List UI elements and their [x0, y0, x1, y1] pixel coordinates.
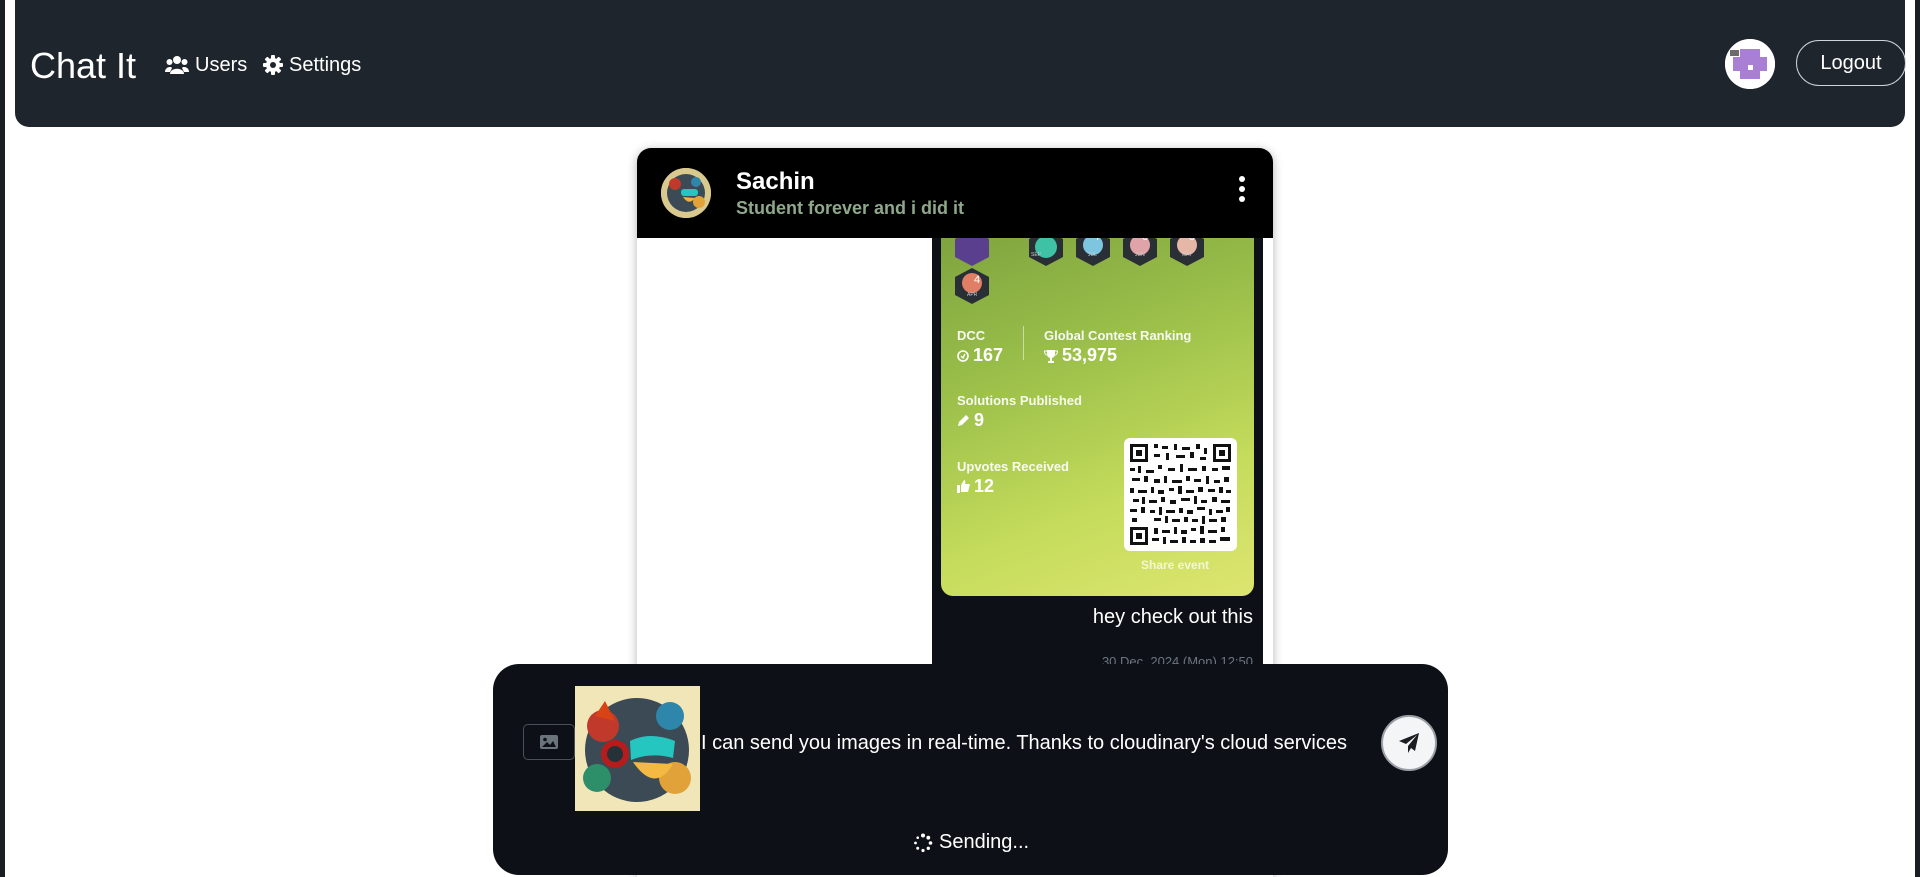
attached-image-preview[interactable] — [575, 686, 700, 811]
badge-icon — [955, 238, 989, 266]
stat-divider — [1023, 326, 1024, 360]
upvotes-value: 12 — [957, 476, 994, 497]
upvotes-label: Upvotes Received — [957, 459, 1069, 474]
image-icon — [540, 735, 558, 749]
spinner-icon — [914, 833, 933, 852]
pencil-icon — [958, 415, 969, 426]
share-event-label: Share event — [1141, 558, 1210, 572]
dcc-label: DCC — [957, 328, 986, 343]
nav-settings-link[interactable]: Settings — [263, 52, 361, 78]
contact-status: Student forever and i did it — [736, 198, 965, 218]
badge-number: 4 — [974, 274, 981, 286]
badge-number: 7 — [1095, 238, 1101, 243]
badge-month-label: JUL — [1088, 252, 1097, 258]
badge-icon: 5 MAY — [1170, 238, 1204, 266]
nav-users-link[interactable]: Users — [165, 52, 247, 78]
message-composer: I can send you images in real-time. Than… — [493, 664, 1448, 875]
ranking-label: Global Contest Ranking — [1044, 328, 1192, 343]
nav-users-label: Users — [195, 53, 248, 76]
send-button[interactable] — [1381, 715, 1437, 771]
qr-code[interactable] — [1124, 438, 1237, 551]
brand-title[interactable]: Chat It — [30, 44, 136, 88]
more-options-icon[interactable] — [1237, 176, 1247, 208]
gear-icon — [263, 55, 283, 75]
badge-icon: 4 APR — [955, 268, 989, 304]
badge-month-label: JUN — [1135, 252, 1145, 258]
badge-month-label: MAY — [1182, 252, 1193, 258]
dcc-icon — [957, 349, 969, 362]
solutions-label: Solutions Published — [957, 393, 1082, 408]
sending-status: Sending... — [913, 831, 1029, 854]
solutions-value: 9 — [957, 410, 984, 431]
badge-number: 5 — [1189, 238, 1195, 243]
badge-month-label: SEP — [1031, 252, 1042, 258]
send-icon — [1399, 733, 1419, 753]
logout-button[interactable]: Logout — [1796, 40, 1906, 86]
message-bubble: SEP 7 JUL 6 JUN 5 MAY — [932, 238, 1263, 698]
badge-icon: 6 JUN — [1123, 238, 1157, 266]
message-text: hey check out this — [1092, 606, 1253, 628]
badge-month-label: APR — [967, 292, 978, 298]
users-icon — [165, 56, 189, 74]
ranking-value: 53,975 — [1044, 345, 1117, 366]
badge-icon: SEP — [1029, 238, 1063, 266]
chat-header: Sachin Student forever and i did it — [637, 148, 1273, 238]
sending-label: Sending... — [939, 831, 1030, 853]
contact-avatar[interactable] — [661, 168, 711, 218]
contact-name: Sachin — [736, 168, 815, 195]
thumbs-up-icon — [957, 480, 970, 493]
badge-icon: 7 JUL — [1076, 238, 1110, 266]
badge-number: 6 — [1142, 238, 1148, 243]
attach-image-button[interactable] — [523, 724, 575, 760]
nav-settings-label: Settings — [289, 53, 362, 76]
dcc-value: 167 — [957, 345, 1003, 366]
message-input[interactable]: I can send you images in real-time. Than… — [701, 732, 1401, 755]
shared-image[interactable]: SEP 7 JUL 6 JUN 5 MAY — [941, 238, 1254, 596]
top-navbar: Chat It Users Settings Logout — [15, 0, 1906, 127]
trophy-icon — [1044, 349, 1058, 363]
user-avatar[interactable] — [1725, 39, 1775, 89]
